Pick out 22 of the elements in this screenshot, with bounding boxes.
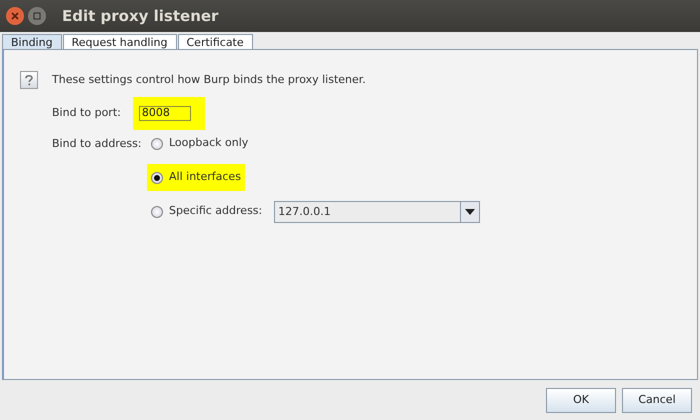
radio-button[interactable] [151,138,163,150]
radio-button[interactable] [151,172,163,184]
radio-button[interactable] [151,206,163,218]
maximize-icon [33,12,41,20]
help-icon[interactable] [20,71,38,89]
help-text: These settings control how Burp binds the proxy listener. [52,72,366,88]
dialog-button[interactable]: Cancel [622,388,692,413]
dropdown-arrow-icon [465,208,476,214]
address-dropdown[interactable]: 127.0.0.1 [274,200,480,222]
tab[interactable]: Certificate [178,34,253,49]
port-label: Bind to port: [52,105,121,121]
address-label: Bind to address: [52,136,142,152]
window-title: Edit proxy listener [62,6,218,27]
tab[interactable]: Binding [2,34,62,49]
close-button[interactable] [6,7,24,25]
maximize-button[interactable] [28,7,46,25]
close-icon [11,12,19,20]
dialog-button[interactable]: OK [546,388,616,413]
radio-label[interactable]: Specific address: [169,203,262,220]
radio-label[interactable]: Loopback only [169,135,248,152]
port-field[interactable]: 8008 [138,106,191,121]
tab[interactable]: Request handling [62,34,176,49]
